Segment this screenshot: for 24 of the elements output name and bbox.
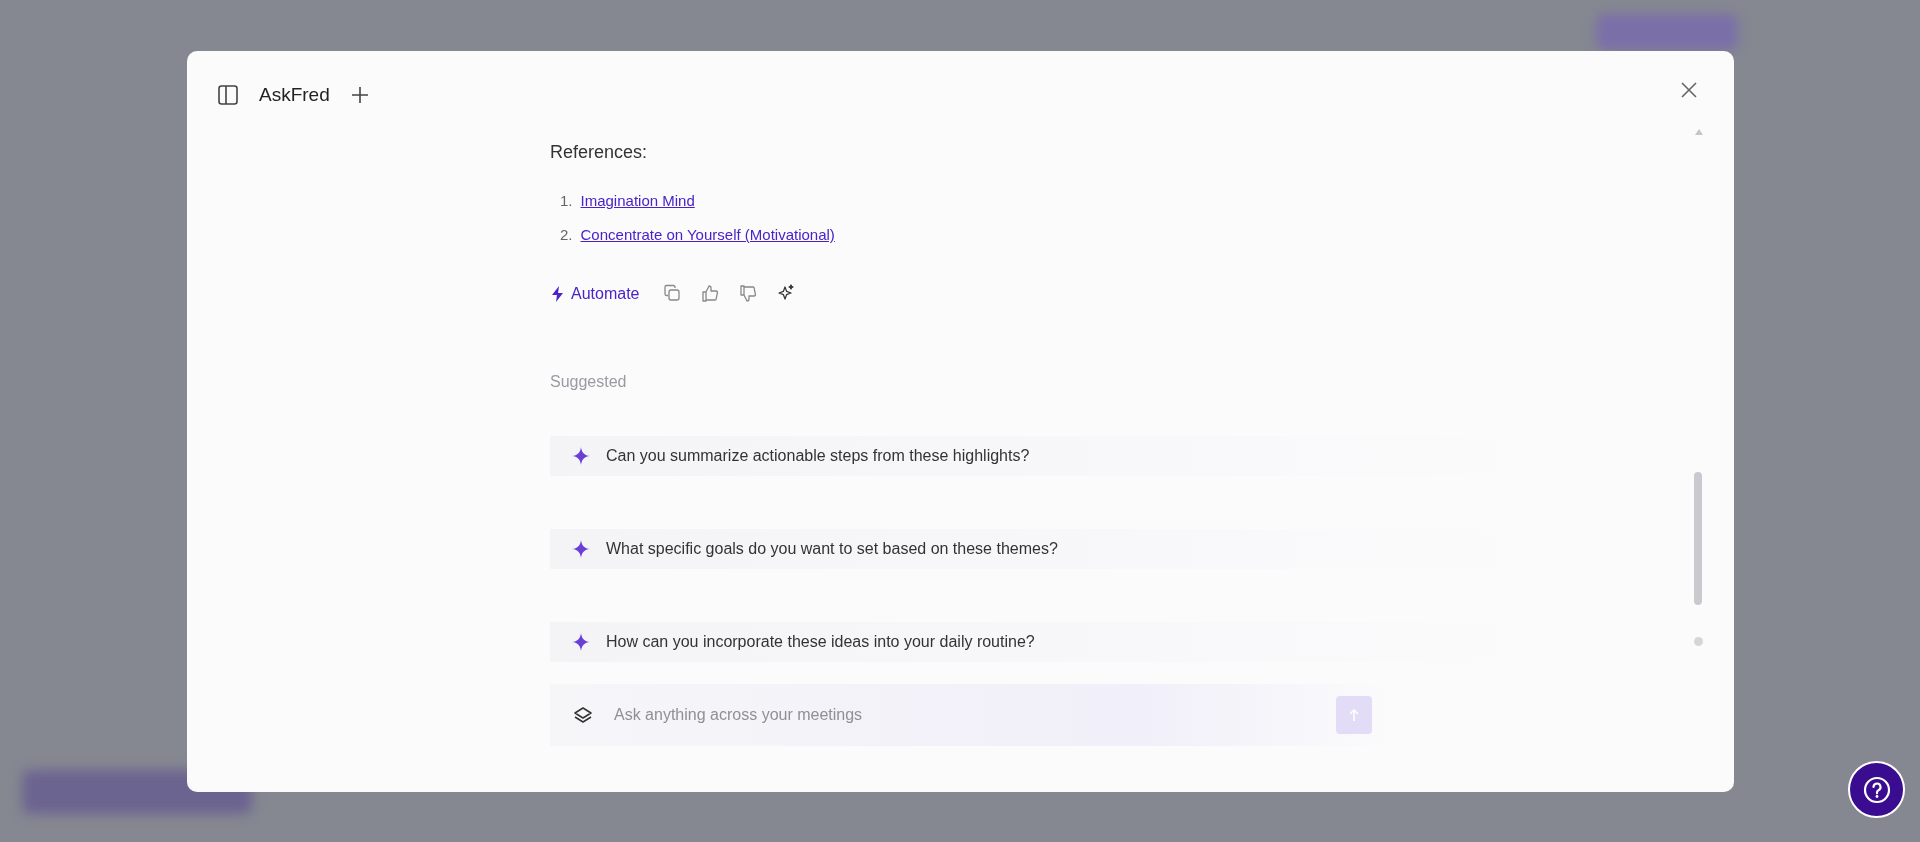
sparkle-icon bbox=[572, 540, 590, 558]
copy-button[interactable] bbox=[663, 284, 682, 303]
reference-link[interactable]: Imagination Mind bbox=[580, 192, 695, 209]
sparkle-icon bbox=[572, 633, 590, 651]
lightning-icon bbox=[550, 284, 565, 303]
sidebar-toggle-button[interactable] bbox=[217, 84, 239, 106]
question-mark-icon bbox=[1861, 774, 1892, 805]
reference-link[interactable]: Concentrate on Yourself (Motivational) bbox=[580, 226, 835, 243]
close-button[interactable] bbox=[1680, 81, 1698, 99]
automate-button[interactable]: Automate bbox=[550, 284, 640, 303]
sparkle-icon bbox=[572, 447, 590, 465]
help-button[interactable] bbox=[1848, 761, 1905, 818]
dialog-title: AskFred bbox=[259, 84, 330, 106]
scroll-down-marker bbox=[1694, 637, 1703, 646]
scroll-up-arrow-icon bbox=[1694, 128, 1704, 136]
thumbs-up-button[interactable] bbox=[701, 284, 720, 303]
layers-icon bbox=[572, 706, 594, 724]
new-chat-button[interactable] bbox=[349, 85, 370, 105]
thumbs-down-button[interactable] bbox=[739, 284, 758, 303]
list-number: 1. bbox=[560, 192, 573, 209]
references-heading: References: bbox=[550, 142, 649, 163]
suggested-heading: Suggested bbox=[550, 373, 628, 391]
list-number: 2. bbox=[560, 226, 573, 243]
scrollbar-thumb[interactable] bbox=[1694, 472, 1702, 605]
